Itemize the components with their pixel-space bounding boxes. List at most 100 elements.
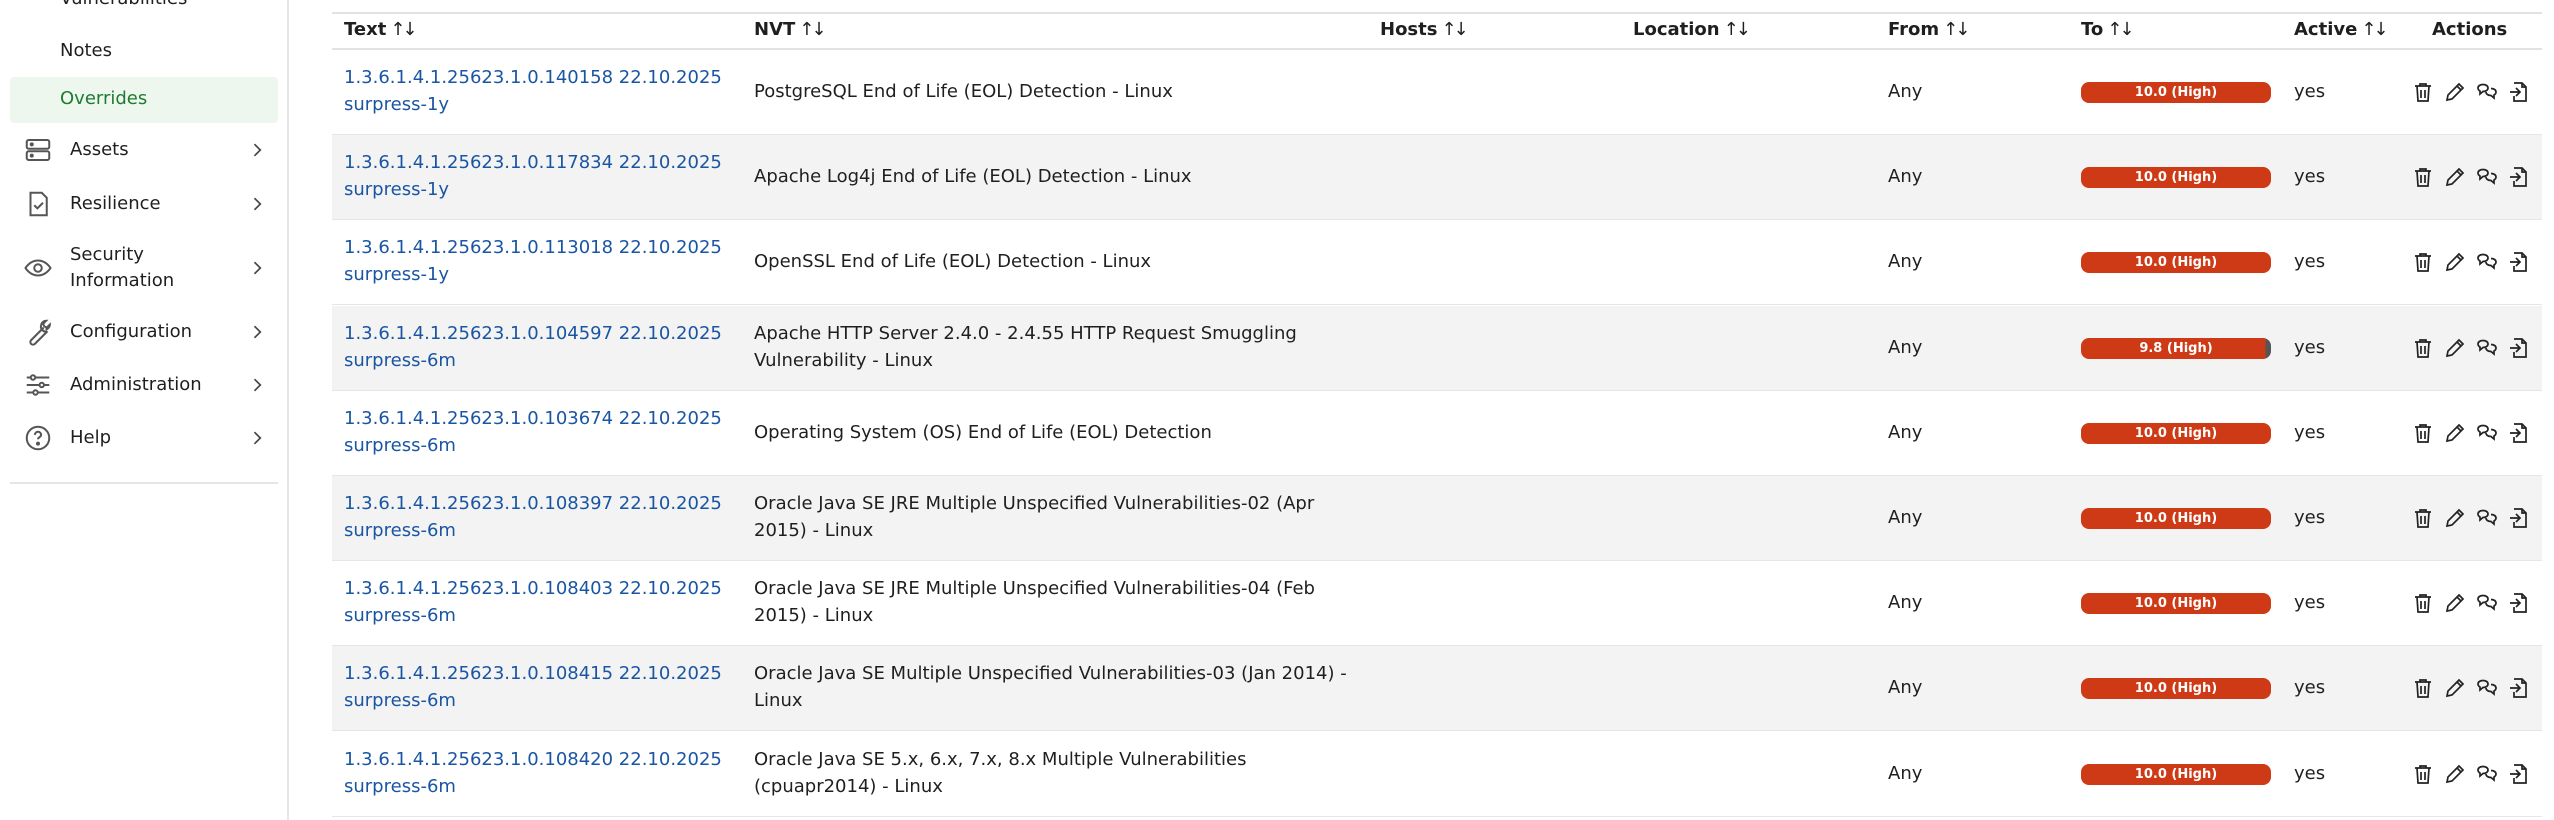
- edit-icon[interactable]: [2442, 505, 2468, 531]
- clone-icon[interactable]: [2474, 335, 2500, 361]
- sidebar-item-resilience[interactable]: Resilience: [22, 188, 267, 220]
- sidebar-item-assets[interactable]: Assets: [22, 134, 267, 166]
- sidebar-item-label: Help: [70, 427, 112, 448]
- sidebar-item-security-information[interactable]: Security Information: [22, 242, 267, 294]
- sidebar-item-vulnerabilities[interactable]: Vulnerabilities: [60, 0, 187, 9]
- override-text-link[interactable]: 1.3.6.1.4.1.25623.1.0.108397 22.10.2025 s…: [344, 490, 744, 544]
- severity-bar: 10.0 (High): [2081, 678, 2271, 700]
- table-row: 1.3.6.1.4.1.25623.1.0.108420 22.10.2025 s…: [332, 732, 2542, 817]
- override-text-link[interactable]: 1.3.6.1.4.1.25623.1.0.113018 22.10.2025 s…: [344, 234, 744, 288]
- clone-icon[interactable]: [2474, 79, 2500, 105]
- clone-icon[interactable]: [2474, 675, 2500, 701]
- sidebar-item-label: Administration: [70, 374, 202, 395]
- sort-icon[interactable]: ↑↓: [799, 19, 826, 40]
- export-icon[interactable]: [2506, 249, 2532, 275]
- clone-icon[interactable]: [2474, 590, 2500, 616]
- severity-bar: 10.0 (High): [2081, 593, 2271, 615]
- table-row: 1.3.6.1.4.1.25623.1.0.108397 22.10.2025 s…: [332, 476, 2542, 561]
- export-icon[interactable]: [2506, 164, 2532, 190]
- sidebar-item-help[interactable]: Help: [22, 422, 267, 454]
- trash-icon[interactable]: [2410, 79, 2436, 105]
- sort-icon[interactable]: ↑↓: [1724, 19, 1751, 40]
- override-text-line2: surpress-6m: [344, 775, 456, 797]
- edit-icon[interactable]: [2442, 164, 2468, 190]
- override-text-link[interactable]: 1.3.6.1.4.1.25623.1.0.140158 22.10.2025 s…: [344, 64, 744, 118]
- trash-icon[interactable]: [2410, 164, 2436, 190]
- override-text-link[interactable]: 1.3.6.1.4.1.25623.1.0.117834 22.10.2025 s…: [344, 149, 744, 203]
- column-header-to[interactable]: To ↑↓: [2081, 19, 2134, 40]
- sidebar-item-notes[interactable]: Notes: [60, 40, 112, 61]
- export-icon[interactable]: [2506, 590, 2532, 616]
- trash-icon[interactable]: [2410, 505, 2436, 531]
- eye-icon: [22, 252, 54, 284]
- from-severity: Any: [1888, 166, 1923, 188]
- override-text-link[interactable]: 1.3.6.1.4.1.25623.1.0.103674 22.10.2025 s…: [344, 405, 744, 459]
- clone-icon[interactable]: [2474, 164, 2500, 190]
- clone-icon[interactable]: [2474, 761, 2500, 787]
- override-text-link[interactable]: 1.3.6.1.4.1.25623.1.0.108420 22.10.2025 s…: [344, 746, 744, 800]
- override-text-line2: surpress-1y: [344, 264, 450, 286]
- column-header-nvt[interactable]: NVT ↑↓: [754, 19, 826, 40]
- trash-icon[interactable]: [2410, 420, 2436, 446]
- column-header-from[interactable]: From ↑↓: [1888, 19, 1970, 40]
- sort-icon[interactable]: ↑↓: [390, 19, 417, 40]
- sort-icon[interactable]: ↑↓: [1441, 19, 1468, 40]
- active-status: yes: [2294, 677, 2326, 699]
- clone-icon[interactable]: [2474, 249, 2500, 275]
- sidebar-item-administration[interactable]: Administration: [22, 369, 267, 401]
- export-icon[interactable]: [2506, 675, 2532, 701]
- sidebar-item-overrides[interactable]: Overrides: [10, 77, 278, 123]
- export-icon[interactable]: [2506, 79, 2532, 105]
- export-icon[interactable]: [2506, 761, 2532, 787]
- column-header-text[interactable]: Text ↑↓: [344, 19, 418, 40]
- column-header-label: Hosts: [1380, 19, 1438, 40]
- sidebar: Vulnerabilities Notes Overrides Assets R…: [0, 0, 289, 820]
- sort-icon[interactable]: ↑↓: [2107, 19, 2134, 40]
- clone-icon[interactable]: [2474, 420, 2500, 446]
- edit-icon[interactable]: [2442, 335, 2468, 361]
- nvt-name: Apache HTTP Server 2.4.0 - 2.4.55 HTTP R…: [754, 322, 1297, 371]
- edit-icon[interactable]: [2442, 420, 2468, 446]
- row-actions: [2410, 761, 2532, 787]
- override-text-link[interactable]: 1.3.6.1.4.1.25623.1.0.108403 22.10.2025 s…: [344, 575, 744, 629]
- override-text-line1: 1.3.6.1.4.1.25623.1.0.103674 22.10.2025: [344, 407, 722, 429]
- edit-icon[interactable]: [2442, 249, 2468, 275]
- row-actions: [2410, 335, 2532, 361]
- active-status: yes: [2294, 592, 2326, 614]
- override-text-link[interactable]: 1.3.6.1.4.1.25623.1.0.108415 22.10.2025 s…: [344, 660, 744, 714]
- trash-icon[interactable]: [2410, 590, 2436, 616]
- sort-icon[interactable]: ↑↓: [1943, 19, 1970, 40]
- column-header-active[interactable]: Active ↑↓: [2294, 19, 2389, 40]
- override-text-line1: 1.3.6.1.4.1.25623.1.0.108403 22.10.2025: [344, 578, 722, 600]
- export-icon[interactable]: [2506, 505, 2532, 531]
- server-icon: [22, 134, 54, 166]
- column-header-hosts[interactable]: Hosts ↑↓: [1380, 19, 1469, 40]
- export-icon[interactable]: [2506, 335, 2532, 361]
- row-actions: [2410, 505, 2532, 531]
- sidebar-item-configuration[interactable]: Configuration: [22, 316, 267, 348]
- trash-icon[interactable]: [2410, 249, 2436, 275]
- row-actions: [2410, 249, 2532, 275]
- override-text-line1: 1.3.6.1.4.1.25623.1.0.117834 22.10.2025: [344, 152, 722, 174]
- trash-icon[interactable]: [2410, 335, 2436, 361]
- trash-icon[interactable]: [2410, 761, 2436, 787]
- edit-icon[interactable]: [2442, 590, 2468, 616]
- column-header-location[interactable]: Location ↑↓: [1633, 19, 1751, 40]
- active-status: yes: [2294, 762, 2326, 784]
- column-header-label: Text: [344, 19, 387, 40]
- override-text-link[interactable]: 1.3.6.1.4.1.25623.1.0.104597 22.10.2025 s…: [344, 320, 744, 374]
- nvt-name: PostgreSQL End of Life (EOL) Detection -…: [754, 81, 1173, 102]
- export-icon[interactable]: [2506, 420, 2532, 446]
- edit-icon[interactable]: [2442, 761, 2468, 787]
- from-severity: Any: [1888, 421, 1923, 443]
- trash-icon[interactable]: [2410, 675, 2436, 701]
- sort-icon[interactable]: ↑↓: [2361, 19, 2388, 40]
- table-row: 1.3.6.1.4.1.25623.1.0.108415 22.10.2025 s…: [332, 646, 2542, 732]
- edit-icon[interactable]: [2442, 675, 2468, 701]
- clone-icon[interactable]: [2474, 505, 2500, 531]
- from-severity: Any: [1888, 677, 1923, 699]
- column-header-label: NVT: [754, 19, 796, 40]
- row-actions: [2410, 164, 2532, 190]
- edit-icon[interactable]: [2442, 79, 2468, 105]
- help-circle-icon: [22, 422, 54, 454]
